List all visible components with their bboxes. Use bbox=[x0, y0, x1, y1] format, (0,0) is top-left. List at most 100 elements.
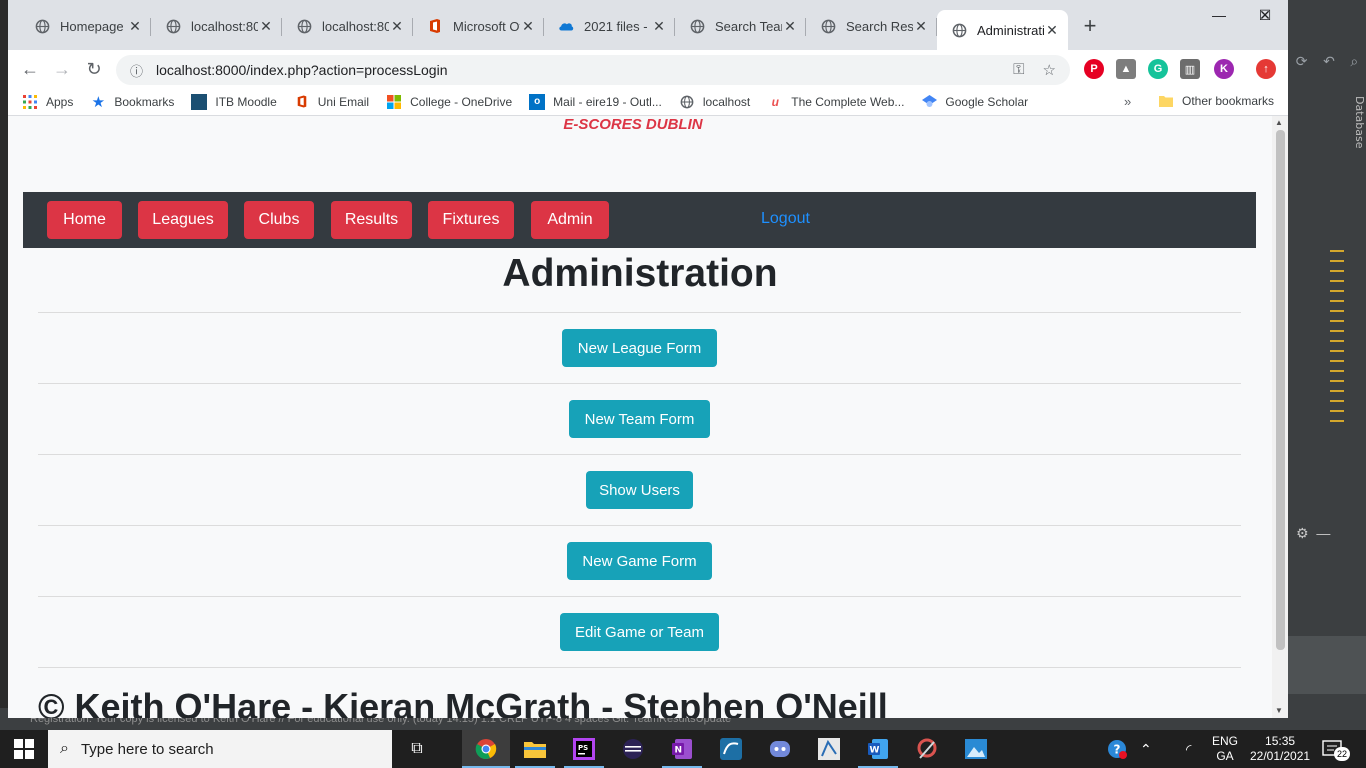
clock[interactable]: 15:35 22/01/2021 bbox=[1250, 730, 1310, 768]
drive-icon[interactable]: ▲ bbox=[1116, 59, 1136, 79]
back-icon[interactable]: ← bbox=[16, 55, 44, 83]
close-icon[interactable]: ✕ bbox=[258, 18, 274, 35]
close-icon[interactable]: ✕ bbox=[127, 18, 143, 35]
new-team-form-button[interactable]: New Team Form bbox=[569, 400, 710, 438]
nav-leagues-button[interactable]: Leagues bbox=[138, 201, 228, 239]
close-icon[interactable]: ✕ bbox=[520, 18, 536, 35]
bookmark-bookmarks[interactable]: ★ Bookmarks bbox=[90, 94, 175, 111]
close-icon[interactable]: ✕ bbox=[389, 18, 405, 35]
tab-onedrive[interactable]: 2021 files - OneDrive ✕ bbox=[544, 10, 675, 42]
ide-scroll-markers bbox=[1330, 250, 1344, 460]
update-icon[interactable]: ↑ bbox=[1256, 59, 1276, 79]
scroll-thumb[interactable] bbox=[1276, 130, 1285, 650]
address-bar[interactable]: ⓘ localhost:8000/index.php?action=proces… bbox=[116, 55, 1070, 85]
discord-icon[interactable] bbox=[765, 734, 795, 764]
bookmark-localhost[interactable]: localhost bbox=[679, 94, 750, 110]
chevron-up-icon[interactable]: ⌃ bbox=[1140, 730, 1152, 768]
bookmark-itb-moodle[interactable]: ITB Moodle bbox=[191, 93, 277, 110]
notification-center-icon[interactable]: 22 bbox=[1322, 730, 1350, 768]
taskbar-search-input[interactable]: ⌕ Type here to search bbox=[48, 730, 392, 768]
edit-game-or-team-button[interactable]: Edit Game or Team bbox=[560, 613, 719, 651]
task-view-icon[interactable]: ⧉ bbox=[402, 734, 432, 764]
word-icon[interactable]: W bbox=[863, 734, 893, 764]
nav-fixtures-button[interactable]: Fixtures bbox=[428, 201, 514, 239]
divider bbox=[38, 454, 1241, 455]
scroll-down-icon[interactable]: ▼ bbox=[1275, 706, 1283, 715]
ide-gear-icon[interactable]: ⚙ — bbox=[1296, 525, 1330, 542]
tab-title: Administration bbox=[977, 22, 1044, 38]
scroll-up-icon[interactable]: ▲ bbox=[1275, 118, 1283, 127]
close-icon[interactable]: ✕ bbox=[1044, 22, 1060, 39]
nav-home-button[interactable]: Home bbox=[47, 201, 122, 239]
bookmark-mail-outlook[interactable]: o Mail - eire19 - Outl... bbox=[529, 93, 662, 110]
clock-date: 22/01/2021 bbox=[1250, 749, 1311, 763]
page-scrollbar[interactable]: ▲ ▼ bbox=[1272, 116, 1288, 718]
chrome-icon[interactable] bbox=[471, 734, 501, 764]
bookmark-uni-email[interactable]: Uni Email bbox=[294, 94, 369, 110]
bookmark-apps[interactable]: Apps bbox=[22, 94, 73, 110]
file-explorer-icon[interactable] bbox=[520, 734, 550, 764]
avatar[interactable]: K bbox=[1214, 59, 1234, 79]
sql-editor-icon[interactable] bbox=[814, 734, 844, 764]
bookmark-label: The Complete Web... bbox=[791, 94, 905, 109]
wifi-icon[interactable]: ◜ bbox=[1186, 730, 1191, 768]
nav-clubs-button[interactable]: Clubs bbox=[244, 201, 314, 239]
close-window-button[interactable]: ✕ bbox=[1242, 0, 1288, 30]
new-tab-button[interactable]: + bbox=[1076, 12, 1104, 40]
chrome-window: Homepage ✕ localhost:8000 ✕ localhost:80… bbox=[8, 0, 1288, 718]
grammarly-icon[interactable]: G bbox=[1148, 59, 1168, 79]
mysql-workbench-icon[interactable] bbox=[716, 734, 746, 764]
minimize-button[interactable]: — bbox=[1196, 0, 1242, 30]
windows-start-icon[interactable] bbox=[14, 739, 34, 759]
tab-search-teams[interactable]: Search Teams ✕ bbox=[675, 10, 806, 42]
phpstorm-icon[interactable]: PS bbox=[569, 734, 599, 764]
chevron-right-icon[interactable]: » bbox=[1124, 94, 1131, 109]
language-indicator[interactable]: ENG GA bbox=[1212, 730, 1238, 768]
ide-database-tab[interactable]: Database bbox=[1346, 96, 1366, 156]
help-icon[interactable]: ? bbox=[1106, 730, 1128, 768]
eclipse-icon[interactable] bbox=[618, 734, 648, 764]
onenote-icon[interactable]: N bbox=[667, 734, 697, 764]
bookmark-label: Bookmarks bbox=[114, 94, 175, 109]
globe-icon bbox=[296, 18, 312, 34]
close-icon[interactable]: ✕ bbox=[651, 18, 667, 35]
bookmark-complete-web[interactable]: u The Complete Web... bbox=[767, 94, 905, 110]
logout-link[interactable]: Logout bbox=[761, 210, 810, 228]
pinterest-icon[interactable]: P bbox=[1084, 59, 1104, 79]
star-icon[interactable]: ☆ bbox=[1043, 61, 1056, 79]
ide-history-icon[interactable]: ⟳ bbox=[1296, 53, 1308, 70]
photos-icon[interactable] bbox=[961, 734, 991, 764]
tab-microsoft-office[interactable]: Microsoft Office ✕ bbox=[413, 10, 544, 42]
tab-administration[interactable]: Administration ✕ bbox=[937, 10, 1068, 50]
analytics-icon[interactable]: ▥ bbox=[1180, 59, 1200, 79]
show-users-button[interactable]: Show Users bbox=[586, 471, 693, 509]
globe-icon bbox=[34, 18, 50, 34]
nav-admin-button[interactable]: Admin bbox=[531, 201, 609, 239]
site-title: E-SCORES DUBLIN bbox=[563, 116, 703, 133]
ide-undo-icon[interactable]: ↶ bbox=[1323, 53, 1335, 70]
bookmark-college-onedrive[interactable]: College - OneDrive bbox=[386, 94, 512, 110]
snipping-tool-icon[interactable] bbox=[912, 734, 942, 764]
info-icon[interactable]: ⓘ bbox=[130, 61, 146, 80]
ide-search-icon[interactable]: ⌕ bbox=[1350, 53, 1358, 70]
apps-grid-icon bbox=[22, 94, 38, 110]
close-icon[interactable]: ✕ bbox=[913, 18, 929, 35]
close-icon[interactable]: ✕ bbox=[782, 18, 798, 35]
svg-text:N: N bbox=[675, 746, 683, 756]
tab-localhost-2[interactable]: localhost:8000 ✕ bbox=[282, 10, 413, 42]
new-league-form-button[interactable]: New League Form bbox=[562, 329, 717, 367]
forward-icon[interactable]: → bbox=[48, 55, 76, 83]
key-icon[interactable]: ⚿ bbox=[1013, 61, 1024, 79]
tab-search-results[interactable]: Search Results ✕ bbox=[806, 10, 937, 42]
bookmark-google-scholar[interactable]: Google Scholar bbox=[921, 94, 1028, 110]
reload-icon[interactable]: ↻ bbox=[80, 55, 108, 83]
nav-results-button[interactable]: Results bbox=[331, 201, 412, 239]
url-text[interactable]: localhost:8000/index.php?action=processL… bbox=[156, 62, 1013, 78]
tab-homepage[interactable]: Homepage ✕ bbox=[20, 10, 151, 42]
divider bbox=[38, 383, 1241, 384]
tab-localhost-1[interactable]: localhost:8000 ✕ bbox=[151, 10, 282, 42]
bookmark-other[interactable]: Other bookmarks bbox=[1158, 93, 1274, 109]
udemy-icon: u bbox=[771, 94, 779, 109]
new-game-form-button[interactable]: New Game Form bbox=[567, 542, 712, 580]
tab-title: Microsoft Office bbox=[453, 18, 520, 34]
